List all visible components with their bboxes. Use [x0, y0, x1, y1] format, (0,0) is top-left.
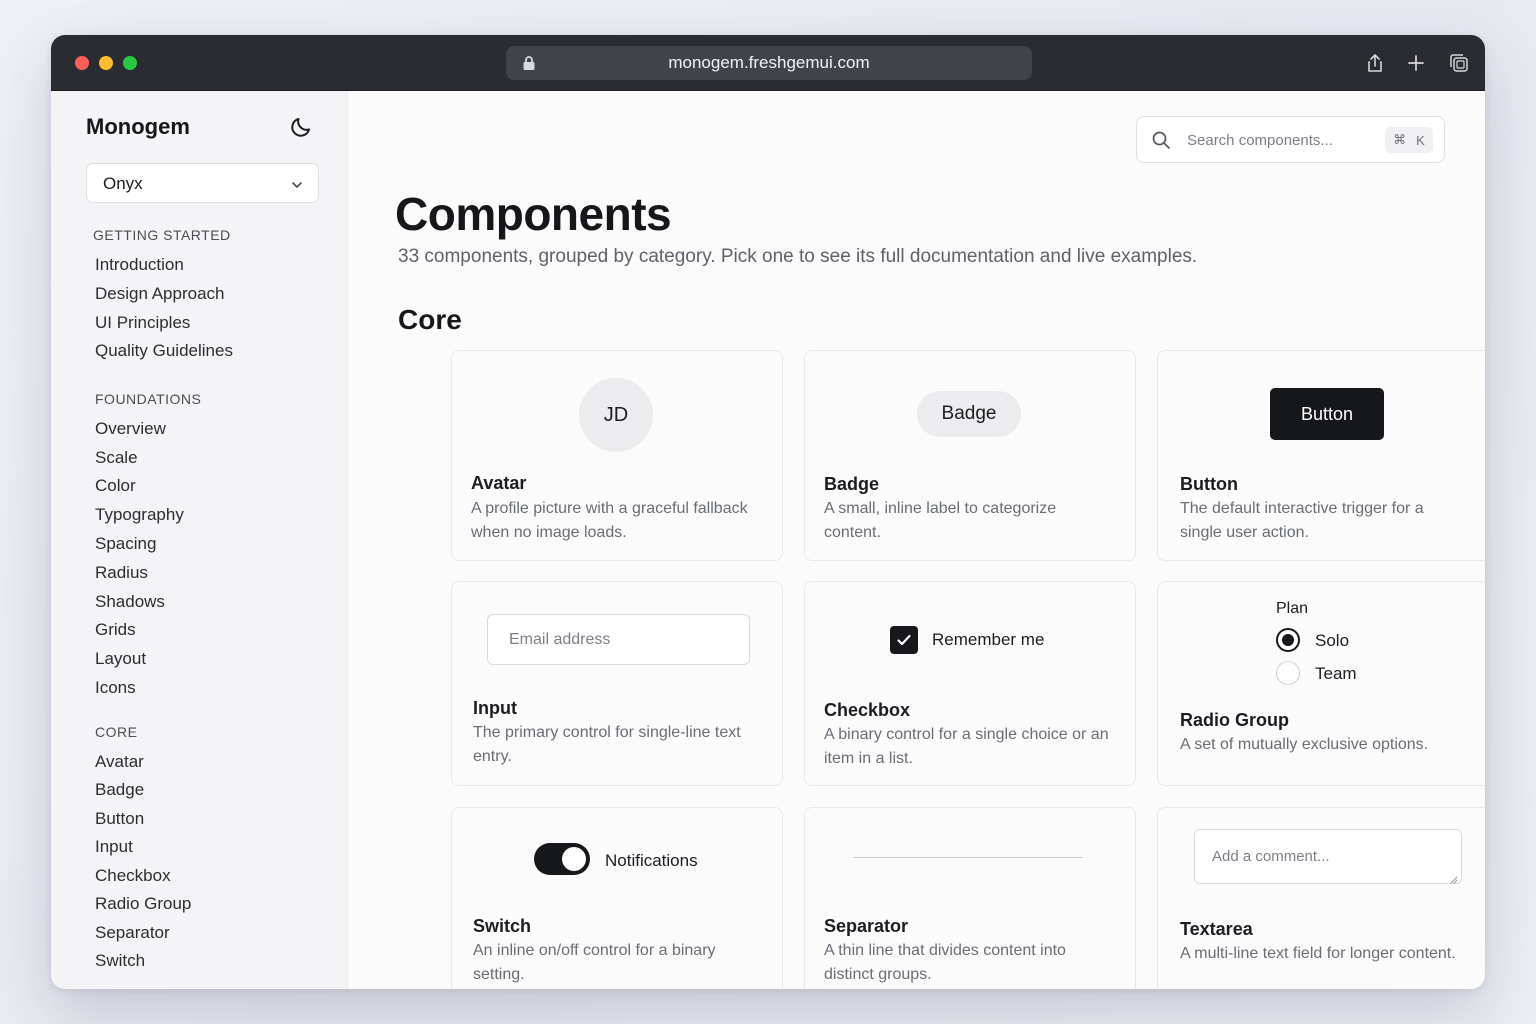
email-field[interactable]: Email address [487, 614, 750, 665]
switch-label[interactable]: Notifications [605, 851, 698, 871]
card-description: A thin line that divides content into di… [824, 942, 1066, 983]
component-card-textarea[interactable]: Add a comment... Textarea A multi-line t… [1157, 807, 1485, 989]
nav-heading-core: Core [95, 724, 138, 740]
sidebar-item-badge[interactable]: Badge [95, 780, 144, 800]
component-card-badge[interactable]: Badge Badge A small, inline label to cat… [804, 350, 1136, 561]
card-description: An inline on/off control for a binary se… [473, 942, 716, 983]
shortcut-cmd-key: ⌘ [1393, 132, 1407, 147]
address-bar[interactable]: monogem.freshgemui.com [506, 46, 1032, 80]
avatar: JD [579, 378, 653, 452]
card-title: Radio Group [1180, 710, 1289, 730]
radio-option-solo[interactable] [1276, 628, 1300, 652]
chevron-down-icon [290, 177, 304, 191]
theme-select-value: Onyx [103, 174, 143, 193]
sidebar-item-shadows[interactable]: Shadows [95, 592, 165, 612]
sidebar-item-overview[interactable]: Overview [95, 419, 166, 439]
lock-icon [522, 55, 536, 71]
page-title: Components [395, 188, 672, 240]
sidebar-item-separator[interactable]: Separator [95, 923, 170, 943]
sidebar-item-input[interactable]: Input [95, 837, 133, 857]
textarea-placeholder: Add a comment... [1212, 848, 1330, 865]
card-title: Badge [824, 474, 880, 494]
component-card-avatar[interactable]: JD Avatar A profile picture with a grace… [451, 350, 783, 561]
sidebar-item-switch[interactable]: Switch [95, 951, 145, 971]
sidebar-item-button[interactable]: Button [95, 809, 144, 829]
section-title-core: Core [398, 304, 462, 335]
card-title: Separator [824, 916, 909, 936]
sidebar-item-typography[interactable]: Typography [95, 505, 184, 525]
shortcut-k-key: K [1416, 132, 1425, 148]
card-description: A multi-line text field for longer conte… [1180, 945, 1456, 962]
check-icon [897, 634, 911, 646]
sidebar-item-scale[interactable]: Scale [95, 448, 138, 468]
main-content: Search components... ⌘ K Components 33 c… [349, 91, 1485, 989]
checkbox-label[interactable]: Remember me [932, 630, 1044, 650]
sidebar: Monogem Onyx Getting Started Introductio… [51, 91, 348, 989]
demo-checkbox[interactable] [890, 626, 918, 654]
tabs-overview-icon[interactable] [1448, 52, 1470, 74]
card-description: A set of mutually exclusive options. [1180, 736, 1429, 753]
card-title: Input [473, 698, 517, 718]
sidebar-item-introduction[interactable]: Introduction [95, 255, 184, 275]
card-title: Button [1180, 474, 1238, 494]
radio-option-team[interactable] [1276, 661, 1300, 685]
sidebar-item-color[interactable]: Color [95, 476, 136, 496]
sidebar-item-avatar[interactable]: Avatar [95, 752, 144, 772]
browser-window: monogem.freshgemui.com Monogem Onyx Gett… [51, 35, 1485, 989]
sidebar-item-radio-group[interactable]: Radio Group [95, 894, 191, 914]
nav-heading-getting-started: Getting Started [93, 227, 231, 243]
nav-heading-foundations: Foundations [95, 391, 202, 407]
card-description: A profile picture with a graceful fallba… [471, 500, 748, 541]
zoom-window-button[interactable] [123, 56, 137, 70]
demo-button[interactable]: Button [1270, 388, 1384, 440]
sidebar-item-layout[interactable]: Layout [95, 649, 146, 669]
component-card-button[interactable]: Button Button The default interactive tr… [1157, 350, 1485, 561]
resize-handle-icon[interactable] [1449, 871, 1458, 884]
demo-separator [853, 857, 1083, 858]
radio-label-team[interactable]: Team [1315, 664, 1357, 684]
card-title: Checkbox [824, 700, 911, 720]
sidebar-item-ui-principles[interactable]: UI Principles [95, 313, 190, 333]
sidebar-item-checkbox[interactable]: Checkbox [95, 866, 171, 886]
page-subtitle: 33 components, grouped by category. Pick… [398, 246, 1198, 267]
brand-name[interactable]: Monogem [86, 114, 190, 140]
component-card-input[interactable]: Email address Input The primary control … [451, 581, 783, 786]
plus-icon[interactable] [1405, 52, 1427, 74]
search-placeholder: Search components... [1187, 132, 1333, 149]
card-description: A binary control for a single choice or … [824, 726, 1109, 767]
component-card-separator[interactable]: Separator A thin line that divides conte… [804, 807, 1136, 989]
browser-titlebar: monogem.freshgemui.com [51, 35, 1485, 91]
address-bar-url: monogem.freshgemui.com [668, 53, 870, 72]
theme-select[interactable]: Onyx [86, 163, 319, 203]
card-title: Textarea [1180, 919, 1253, 939]
card-description: A small, inline label to categorize cont… [824, 500, 1057, 541]
sidebar-item-design-approach[interactable]: Design Approach [95, 284, 224, 304]
radio-group-heading: Plan [1276, 600, 1309, 617]
card-description: The primary control for single-line text… [473, 724, 741, 765]
sidebar-item-radius[interactable]: Radius [95, 563, 148, 583]
search-icon [1151, 130, 1171, 150]
radio-label-solo[interactable]: Solo [1315, 631, 1349, 651]
share-icon[interactable] [1364, 52, 1386, 74]
moon-icon[interactable] [289, 115, 313, 139]
status-badge: Badge [917, 391, 1021, 437]
card-title: Switch [473, 916, 532, 936]
sidebar-item-grids[interactable]: Grids [95, 620, 136, 640]
sidebar-item-quality-guidelines[interactable]: Quality Guidelines [95, 341, 233, 361]
close-window-button[interactable] [75, 56, 89, 70]
minimize-window-button[interactable] [99, 56, 113, 70]
component-card-switch[interactable]: Notifications Switch An inline on/off co… [451, 807, 783, 989]
component-card-checkbox[interactable]: Remember me Checkbox A binary control fo… [804, 581, 1136, 786]
component-card-radio-group[interactable]: Plan Solo Team Radio Group A set of mutu… [1157, 581, 1485, 786]
search-input[interactable]: Search components... ⌘ K [1136, 116, 1445, 163]
sidebar-item-spacing[interactable]: Spacing [95, 534, 156, 554]
card-title: Avatar [471, 473, 527, 493]
card-description: The default interactive trigger for a si… [1180, 500, 1424, 541]
comment-textarea[interactable]: Add a comment... [1194, 829, 1462, 884]
sidebar-item-icons[interactable]: Icons [95, 678, 136, 698]
demo-switch[interactable] [534, 843, 590, 875]
search-shortcut-badge: ⌘ K [1385, 127, 1433, 153]
